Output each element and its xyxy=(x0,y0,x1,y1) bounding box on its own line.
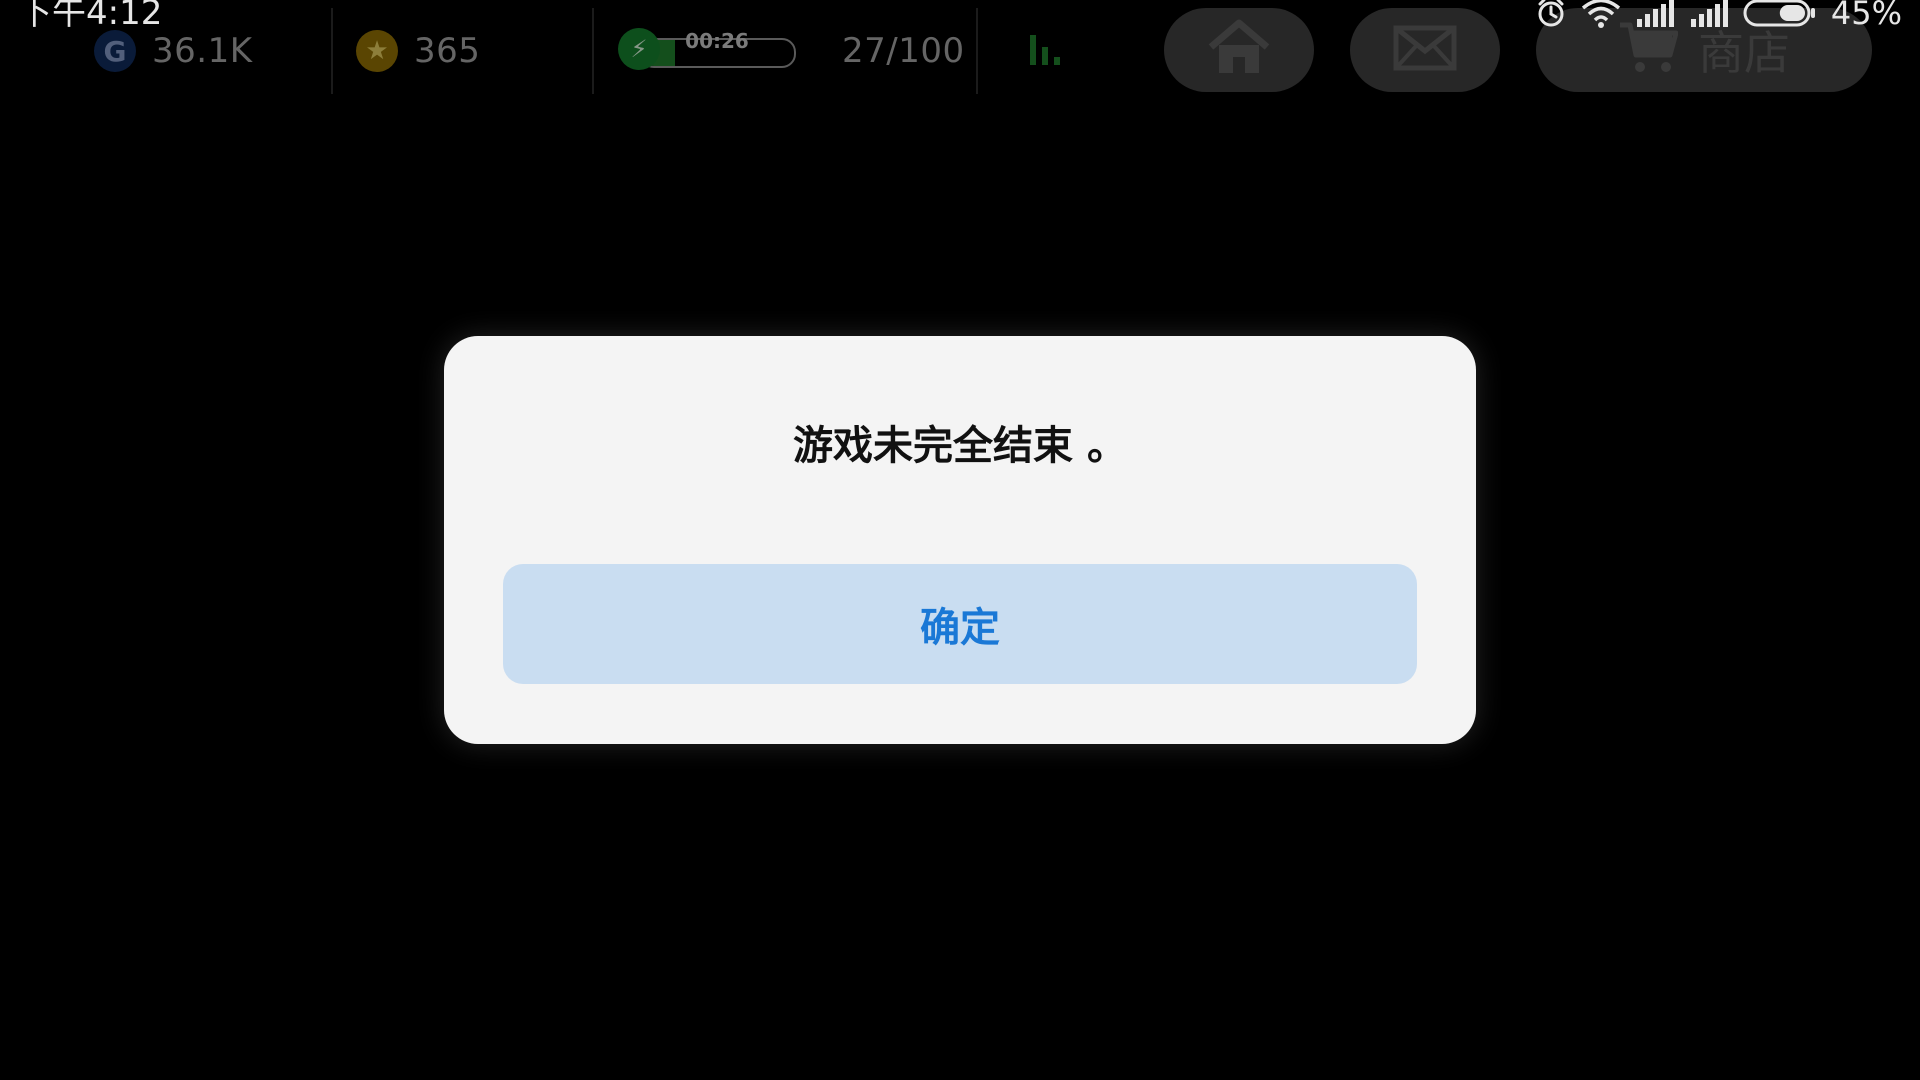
status-bar: 下午4:12 45% xyxy=(0,0,1920,30)
battery-icon xyxy=(1743,0,1817,29)
status-time: 下午4:12 xyxy=(18,0,163,33)
wifi-icon xyxy=(1581,0,1621,29)
status-icons: 45% xyxy=(1535,0,1902,30)
alert-dialog: 游戏未完全结束 。 确定 xyxy=(444,336,1476,744)
signal-icon xyxy=(1689,0,1729,29)
signal-icon xyxy=(1635,0,1675,29)
confirm-button[interactable]: 确定 xyxy=(503,564,1417,684)
alarm-icon xyxy=(1535,0,1567,29)
dialog-message: 游戏未完全结束 。 xyxy=(793,423,1127,469)
screen: 下午4:12 45% G 36.1K ★ 365 ⚡ 00:26 27/100 … xyxy=(0,0,1920,1080)
battery-percent: 45% xyxy=(1830,0,1902,32)
